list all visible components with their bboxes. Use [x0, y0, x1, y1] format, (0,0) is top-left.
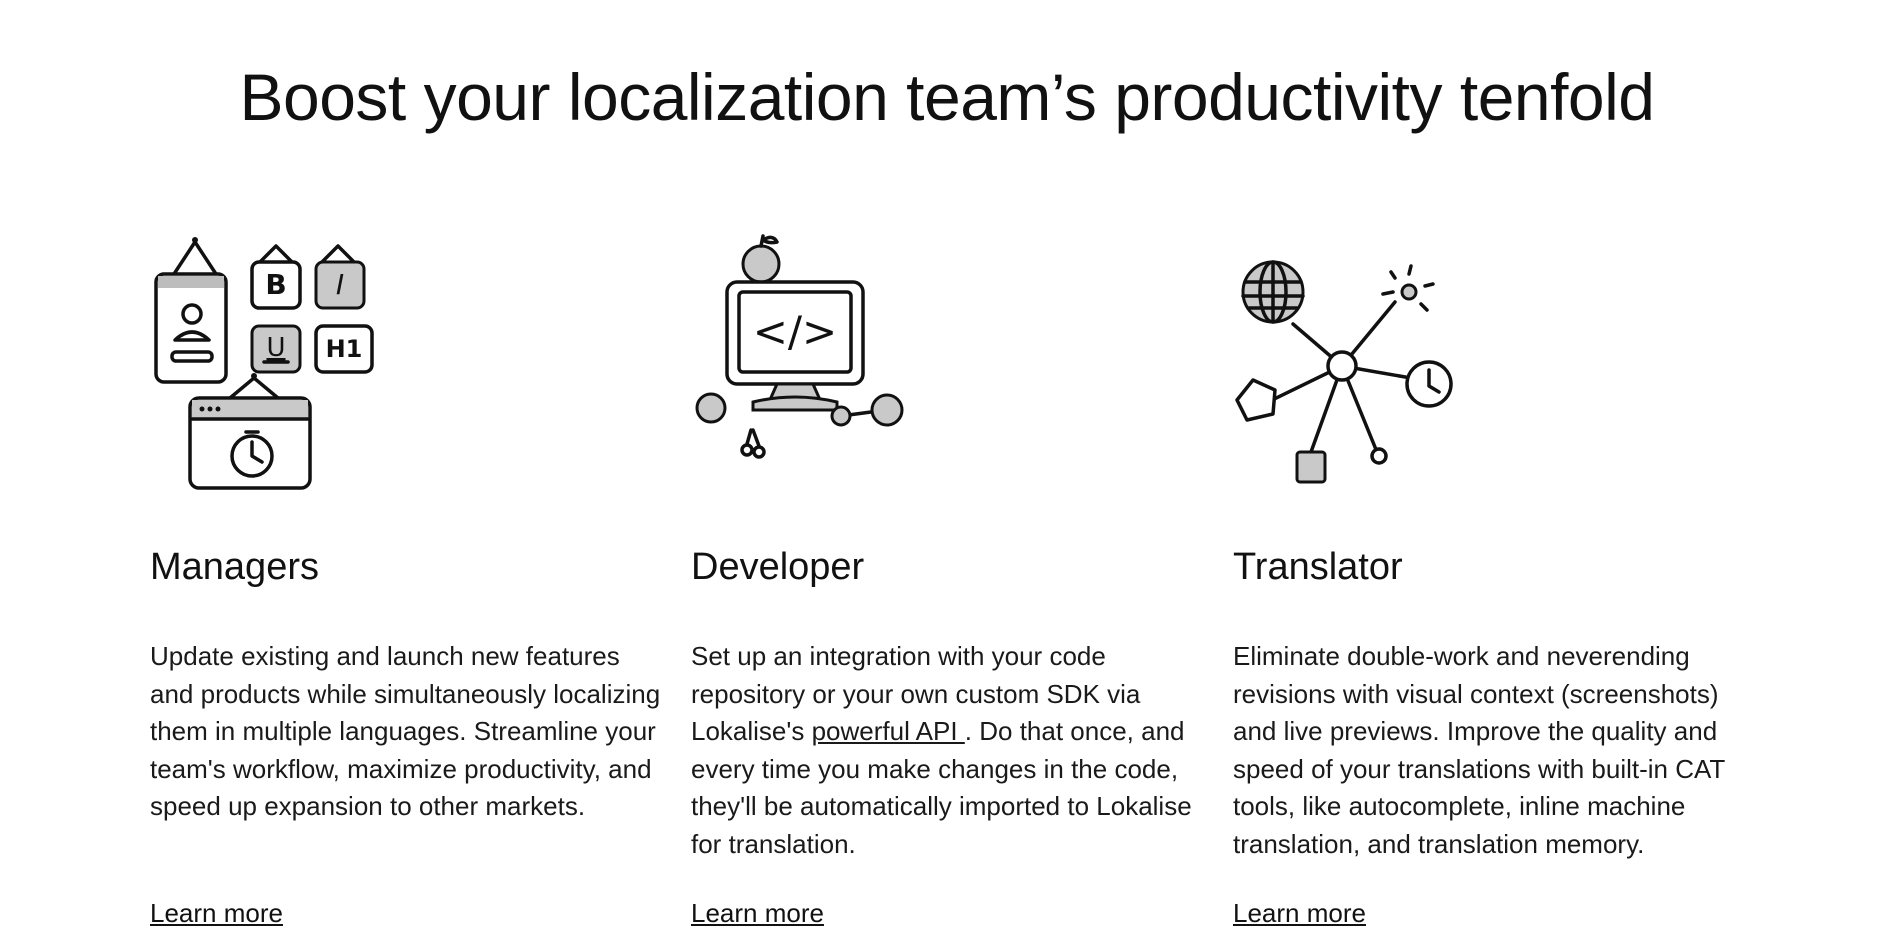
italic-icon-label: I — [336, 268, 344, 301]
translator-title: Translator — [1233, 546, 1403, 588]
bold-icon-label: B — [265, 268, 286, 301]
manager-tools-illustration: B I U H1 — [154, 237, 374, 490]
managers-title: Managers — [150, 546, 319, 588]
code-icon: </> — [753, 307, 838, 356]
developer-title: Developer — [691, 546, 865, 588]
powerful-api-link[interactable]: powerful API — [812, 716, 965, 746]
managers-description: Update existing and launch new features … — [150, 641, 661, 822]
developer-learn-more-link[interactable]: Learn more — [691, 896, 824, 930]
developer-computer-illustration: </> — [695, 234, 904, 459]
underline-icon-label: U — [266, 333, 285, 363]
managers-learn-more-link[interactable]: Learn more — [150, 896, 283, 930]
translator-learn-more-link[interactable]: Learn more — [1233, 896, 1366, 930]
heading-icon-label: H1 — [326, 335, 363, 363]
developer-description: Set up an integration with your code rep… — [691, 638, 1206, 864]
translator-network-illustration — [1235, 260, 1453, 484]
page-headline: Boost your localization team’s productiv… — [239, 60, 1655, 134]
translator-description: Eliminate double-work and neverending re… — [1233, 641, 1725, 859]
